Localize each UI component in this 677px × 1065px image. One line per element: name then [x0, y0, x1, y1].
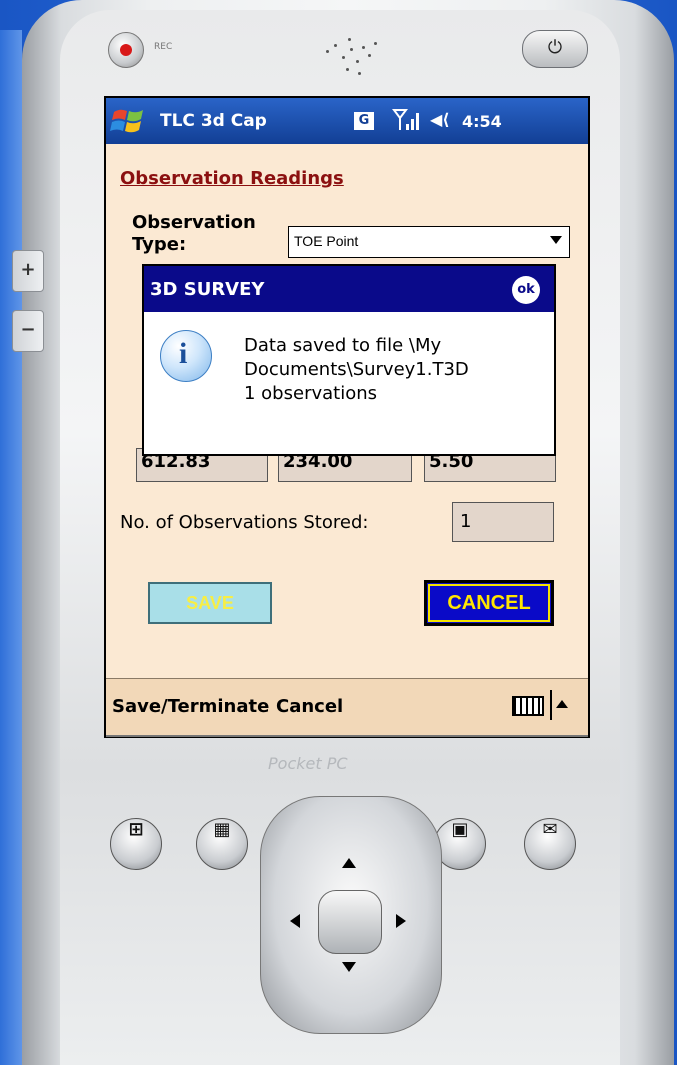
- stored-count-label: No. of Observations Stored:: [120, 512, 369, 533]
- volume-icon[interactable]: ◀⟨: [430, 110, 450, 129]
- softkey-save-terminate[interactable]: Save/Terminate: [112, 696, 269, 717]
- observation-type-label: Observation Type:: [132, 212, 256, 255]
- calendar-icon: ▦: [213, 819, 231, 840]
- desktop-edge: [0, 30, 22, 1065]
- dialog-ok-button[interactable]: ok: [512, 276, 540, 304]
- calendar-button[interactable]: ▦: [196, 818, 248, 870]
- arrow-left-icon[interactable]: [290, 914, 300, 928]
- sip-divider: [550, 690, 552, 720]
- clock[interactable]: 4:54: [462, 112, 502, 131]
- record-button[interactable]: [108, 32, 144, 68]
- cancel-button[interactable]: CANCEL: [424, 580, 554, 626]
- dialog-message-line: 1 observations: [244, 383, 378, 404]
- volume-up-button[interactable]: +: [12, 250, 44, 292]
- chevron-up-icon[interactable]: [556, 700, 568, 708]
- stored-count-value: 1: [460, 511, 472, 532]
- section-title: Observation Readings: [120, 168, 344, 189]
- observation-type-value: TOE Point: [294, 233, 359, 249]
- keyboard-icon[interactable]: [512, 696, 544, 716]
- pocket-pc-logo: Pocket PC: [268, 754, 348, 773]
- chevron-down-icon[interactable]: [550, 236, 562, 244]
- info-icon: i: [160, 330, 212, 382]
- record-label: REC: [154, 42, 173, 52]
- dialog-title: 3D SURVEY: [150, 279, 265, 300]
- windows-start-icon[interactable]: [110, 104, 150, 138]
- save-button[interactable]: SAVE: [148, 582, 272, 624]
- speaker-grille: [316, 26, 382, 78]
- signal-icon[interactable]: [392, 108, 422, 134]
- power-icon: ⏻: [547, 37, 563, 58]
- volume-up-label: +: [20, 259, 36, 280]
- g-icon[interactable]: G: [354, 112, 374, 130]
- volume-down-label: −: [20, 319, 36, 340]
- arrow-right-icon[interactable]: [396, 914, 406, 928]
- dialog-message: Data saved to file \My Documents\Survey1…: [244, 334, 544, 406]
- windows-hw-icon: ⊞: [128, 819, 144, 840]
- softkey-cancel[interactable]: Cancel: [276, 696, 343, 717]
- power-button[interactable]: ⏻: [522, 30, 588, 68]
- contacts-icon: ▣: [451, 819, 469, 840]
- mail-button[interactable]: ✉: [524, 818, 576, 870]
- dialog-message-line: Documents\Survey1.T3D: [244, 359, 469, 380]
- volume-down-button[interactable]: −: [12, 310, 44, 352]
- app-title: TLC 3d Cap: [160, 111, 267, 131]
- mail-icon: ✉: [542, 819, 558, 840]
- windows-hw-button[interactable]: ⊞: [110, 818, 162, 870]
- dialog-message-line: Data saved to file \My: [244, 335, 442, 356]
- arrow-up-icon[interactable]: [342, 858, 356, 868]
- action-button[interactable]: [318, 890, 382, 954]
- arrow-down-icon[interactable]: [342, 962, 356, 972]
